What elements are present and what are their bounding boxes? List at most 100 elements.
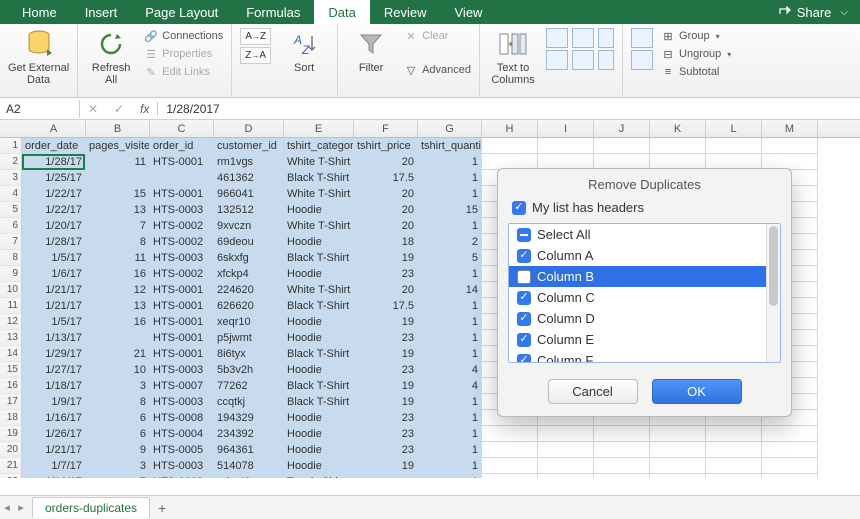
cell[interactable]: HTS-0002: [150, 266, 214, 282]
column-c-checkbox[interactable]: [517, 291, 531, 305]
cell[interactable]: 1/21/17: [22, 442, 86, 458]
cell[interactable]: 1/22/17: [22, 202, 86, 218]
cancel-button[interactable]: Cancel: [548, 379, 638, 404]
row-header[interactable]: 20: [0, 442, 22, 458]
cell[interactable]: Black T-Shirt: [284, 298, 354, 314]
header-cell[interactable]: tshirt_category: [284, 138, 354, 154]
cell[interactable]: 1/9/17: [22, 394, 86, 410]
advanced-filter-button[interactable]: ▽Advanced: [404, 62, 471, 78]
cell[interactable]: HTS-0002: [150, 234, 214, 250]
header-cell[interactable]: [706, 138, 762, 154]
column-d-checkbox[interactable]: [517, 312, 531, 326]
subtotal-button[interactable]: ≡Subtotal: [661, 64, 731, 80]
confirm-formula-icon[interactable]: ✓: [106, 102, 132, 116]
cell[interactable]: 20: [354, 282, 418, 298]
tab-view[interactable]: View: [441, 0, 497, 24]
cell[interactable]: Hoodie: [284, 442, 354, 458]
cell[interactable]: xeqr10: [214, 314, 284, 330]
cell[interactable]: 23: [354, 266, 418, 282]
cell[interactable]: [538, 474, 594, 478]
cell[interactable]: 1/22/17: [22, 186, 86, 202]
row-header[interactable]: 10: [0, 282, 22, 298]
cell[interactable]: [86, 170, 150, 186]
name-box[interactable]: A2: [0, 100, 80, 118]
column-header[interactable]: L: [706, 120, 762, 137]
header-cell[interactable]: tshirt_price: [354, 138, 418, 154]
cell[interactable]: Hoodie: [284, 234, 354, 250]
cell[interactable]: 1/20/17: [22, 218, 86, 234]
cell[interactable]: [706, 442, 762, 458]
columns-listbox[interactable]: Select All Column A Column B Column C Co…: [508, 223, 781, 363]
cell[interactable]: 1/28/17: [22, 154, 86, 170]
select-all-checkbox[interactable]: [517, 228, 531, 242]
cell[interactable]: [594, 474, 650, 478]
cell[interactable]: HTS-0001: [150, 330, 214, 346]
cell[interactable]: 4: [418, 378, 482, 394]
cell[interactable]: HTS-0003: [150, 394, 214, 410]
cell[interactable]: 19: [354, 394, 418, 410]
header-cell[interactable]: [482, 138, 538, 154]
cell[interactable]: [650, 426, 706, 442]
scrollbar-thumb[interactable]: [769, 226, 778, 306]
cell[interactable]: White T-Shirt: [284, 154, 354, 170]
cell[interactable]: [706, 426, 762, 442]
properties-button[interactable]: ☰Properties: [144, 46, 223, 62]
cell[interactable]: 1: [418, 330, 482, 346]
cell[interactable]: 15: [418, 202, 482, 218]
row-header[interactable]: 12: [0, 314, 22, 330]
cell[interactable]: 6: [86, 426, 150, 442]
cell[interactable]: 23: [354, 426, 418, 442]
cell[interactable]: 1: [418, 298, 482, 314]
cell[interactable]: Hoodie: [284, 330, 354, 346]
cell[interactable]: [650, 458, 706, 474]
cell[interactable]: Black T-Shirt: [284, 378, 354, 394]
row-header[interactable]: 8: [0, 250, 22, 266]
cell[interactable]: 1/10/17: [22, 474, 86, 478]
cell[interactable]: 1/27/17: [22, 362, 86, 378]
tab-home[interactable]: Home: [8, 0, 71, 24]
cell[interactable]: [538, 458, 594, 474]
row-header[interactable]: 4: [0, 186, 22, 202]
cell[interactable]: 7: [86, 474, 150, 478]
cell[interactable]: 13: [86, 202, 150, 218]
get-external-data-button[interactable]: Get External Data: [8, 28, 69, 86]
cell[interactable]: 12: [86, 282, 150, 298]
cell[interactable]: 1/13/17: [22, 330, 86, 346]
cell[interactable]: 8: [86, 234, 150, 250]
cell[interactable]: [650, 442, 706, 458]
cell[interactable]: HTS-0001: [150, 314, 214, 330]
row-header[interactable]: 11: [0, 298, 22, 314]
cell[interactable]: 20: [354, 202, 418, 218]
column-header[interactable]: G: [418, 120, 482, 137]
cell[interactable]: 15: [86, 186, 150, 202]
cell[interactable]: rm1vgs: [214, 154, 284, 170]
cell[interactable]: 19: [354, 250, 418, 266]
cell[interactable]: Hoodie: [284, 458, 354, 474]
column-header[interactable]: E: [284, 120, 354, 137]
cell[interactable]: 1/26/17: [22, 426, 86, 442]
cell[interactable]: 1: [418, 314, 482, 330]
cell[interactable]: 19: [354, 346, 418, 362]
sheet-nav-first[interactable]: ◂: [0, 501, 14, 514]
cell[interactable]: 14: [418, 282, 482, 298]
cell[interactable]: 964361: [214, 442, 284, 458]
cell[interactable]: [482, 474, 538, 478]
column-header[interactable]: J: [594, 120, 650, 137]
column-header[interactable]: H: [482, 120, 538, 137]
cell[interactable]: 21: [86, 346, 150, 362]
cell[interactable]: HTS-0001: [150, 154, 214, 170]
cell[interactable]: 1: [418, 458, 482, 474]
cell[interactable]: White T-Shirt: [284, 186, 354, 202]
header-cell[interactable]: tshirt_quantity: [418, 138, 482, 154]
cell[interactable]: Black T-Shirt: [284, 394, 354, 410]
cell[interactable]: 1/18/17: [22, 378, 86, 394]
cell[interactable]: 6: [86, 410, 150, 426]
cell[interactable]: Black T-Shirt: [284, 346, 354, 362]
outline-icon-2[interactable]: [631, 50, 653, 70]
cell[interactable]: 1: [418, 442, 482, 458]
cell[interactable]: 10: [86, 362, 150, 378]
cell[interactable]: [482, 458, 538, 474]
cell[interactable]: Hoodie: [284, 426, 354, 442]
cell[interactable]: 1/25/17: [22, 170, 86, 186]
cell[interactable]: 1: [418, 474, 482, 478]
